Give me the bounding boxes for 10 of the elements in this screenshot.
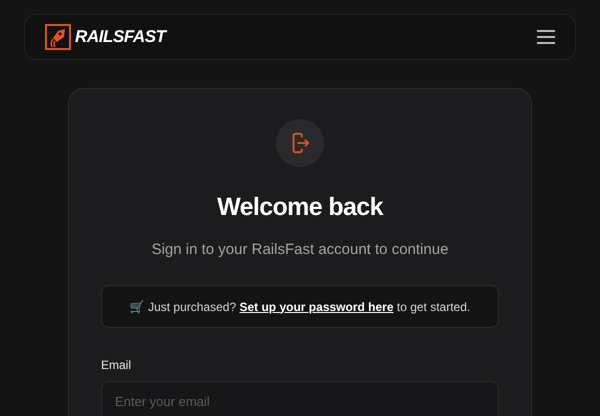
card-subtitle: Sign in to your RailsFast account to continue <box>152 240 448 260</box>
brand-wordmark[interactable]: RAILSFAST <box>75 24 166 50</box>
notice-text: 🛒 Just purchased? Set up your password here to get started. <box>130 298 470 316</box>
field-label: Email <box>101 357 132 374</box>
set-password-link[interactable]: Set up your password here <box>239 300 394 314</box>
input-field[interactable]: Enter your email <box>101 381 499 416</box>
card-title: Welcome back <box>217 192 383 223</box>
menu-icon[interactable] <box>537 30 555 44</box>
rocket-logo-icon <box>45 24 71 50</box>
sign-in-icon <box>276 119 324 167</box>
